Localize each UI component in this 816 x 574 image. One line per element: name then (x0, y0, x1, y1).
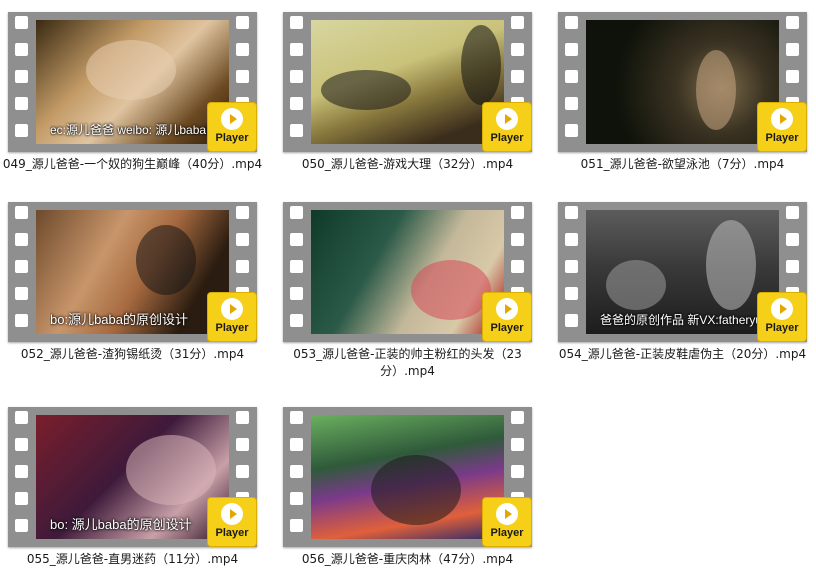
file-name[interactable]: 050_源儿爸爸-游戏大理（32分）.mp4 (275, 156, 540, 173)
watermark-caption: ec:源儿爸爸 weibo: 源儿baba的原创 (50, 123, 219, 137)
file-name[interactable]: 055_源儿爸爸-直男迷药（11分）.mp4 (0, 551, 265, 568)
video-thumbnail[interactable]: bo: 源儿baba的原创设计 Player (8, 407, 257, 547)
watermark-caption: bo: 源儿baba的原创设计 (50, 517, 192, 532)
film-strip-left (287, 16, 307, 148)
video-preview-frame (586, 20, 779, 144)
file-name[interactable]: 052_源儿爸爸-渣狗锡纸烫（31分）.mp4 (0, 346, 265, 363)
video-preview-frame (311, 210, 504, 334)
video-thumbnail[interactable]: bo:源儿baba的原创设计 Player (8, 202, 257, 342)
video-tile[interactable]: bo: 源儿baba的原创设计 Player 055_源儿爸爸-直男迷药（11分… (0, 395, 265, 574)
video-tile[interactable]: Player 056_源儿爸爸-重庆肉林（47分）.mp4 (275, 395, 540, 574)
player-badge[interactable]: Player (207, 102, 257, 152)
file-name[interactable]: 051_源儿爸爸-欲望泳池（7分）.mp4 (550, 156, 815, 173)
player-badge[interactable]: Player (207, 497, 257, 547)
player-badge[interactable]: Player (482, 292, 532, 342)
video-tile[interactable]: Player 050_源儿爸爸-游戏大理（32分）.mp4 (275, 0, 540, 190)
player-badge[interactable]: Player (482, 102, 532, 152)
watermark-caption: 爸爸的原创作品 新VX:fatheryuan (600, 313, 769, 327)
watermark-caption: bo:源儿baba的原创设计 (50, 312, 188, 327)
video-thumbnail[interactable]: 爸爸的原创作品 新VX:fatheryuan Player (558, 202, 807, 342)
video-preview-frame (311, 415, 504, 539)
video-thumbnail[interactable]: Player (558, 12, 807, 152)
film-strip-left (287, 411, 307, 543)
video-thumbnail[interactable]: Player (283, 407, 532, 547)
play-icon (221, 503, 243, 525)
play-icon (496, 503, 518, 525)
video-tile[interactable]: Player 053_源儿爸爸-正装的帅主粉红的头发（23分）.mp4 (275, 190, 540, 380)
play-icon (771, 108, 793, 130)
video-tile[interactable]: 爸爸的原创作品 新VX:fatheryuan Player 054_源儿爸爸-正… (550, 190, 815, 380)
video-preview-frame: bo: 源儿baba的原创设计 (36, 415, 229, 539)
video-thumbnail-grid: ec:源儿爸爸 weibo: 源儿baba的原创 Player 049_源儿爸爸… (0, 0, 816, 574)
video-tile[interactable]: ec:源儿爸爸 weibo: 源儿baba的原创 Player 049_源儿爸爸… (0, 0, 265, 190)
video-tile[interactable]: Player 051_源儿爸爸-欲望泳池（7分）.mp4 (550, 0, 815, 190)
video-thumbnail[interactable]: ec:源儿爸爸 weibo: 源儿baba的原创 Player (8, 12, 257, 152)
player-badge[interactable]: Player (482, 497, 532, 547)
film-strip-left (562, 206, 582, 338)
player-badge[interactable]: Player (757, 292, 807, 342)
file-name[interactable]: 054_源儿爸爸-正装皮鞋虐伪主（20分）.mp4 (550, 346, 815, 363)
film-strip-left (562, 16, 582, 148)
video-preview-frame: 爸爸的原创作品 新VX:fatheryuan (586, 210, 779, 334)
film-strip-left (12, 411, 32, 543)
play-icon (496, 108, 518, 130)
player-label: Player (490, 132, 524, 144)
film-strip-left (12, 206, 32, 338)
play-icon (771, 298, 793, 320)
player-badge[interactable]: Player (757, 102, 807, 152)
play-icon (221, 108, 243, 130)
player-label: Player (215, 132, 249, 144)
file-name[interactable]: 056_源儿爸爸-重庆肉林（47分）.mp4 (275, 551, 540, 568)
video-preview-frame (311, 20, 504, 144)
video-thumbnail[interactable]: Player (283, 202, 532, 342)
video-preview-frame: ec:源儿爸爸 weibo: 源儿baba的原创 (36, 20, 229, 144)
file-name[interactable]: 049_源儿爸爸-一个奴的狗生巅峰（40分）.mp4 (0, 156, 265, 173)
player-label: Player (215, 322, 249, 334)
video-thumbnail[interactable]: Player (283, 12, 532, 152)
film-strip-left (12, 16, 32, 148)
player-label: Player (490, 527, 524, 539)
film-strip-left (287, 206, 307, 338)
player-label: Player (765, 132, 799, 144)
video-tile[interactable]: bo:源儿baba的原创设计 Player 052_源儿爸爸-渣狗锡纸烫（31分… (0, 190, 265, 380)
player-badge[interactable]: Player (207, 292, 257, 342)
play-icon (496, 298, 518, 320)
player-label: Player (765, 322, 799, 334)
play-icon (221, 298, 243, 320)
video-preview-frame: bo:源儿baba的原创设计 (36, 210, 229, 334)
player-label: Player (490, 322, 524, 334)
file-name[interactable]: 053_源儿爸爸-正装的帅主粉红的头发（23分）.mp4 (275, 346, 540, 380)
player-label: Player (215, 527, 249, 539)
